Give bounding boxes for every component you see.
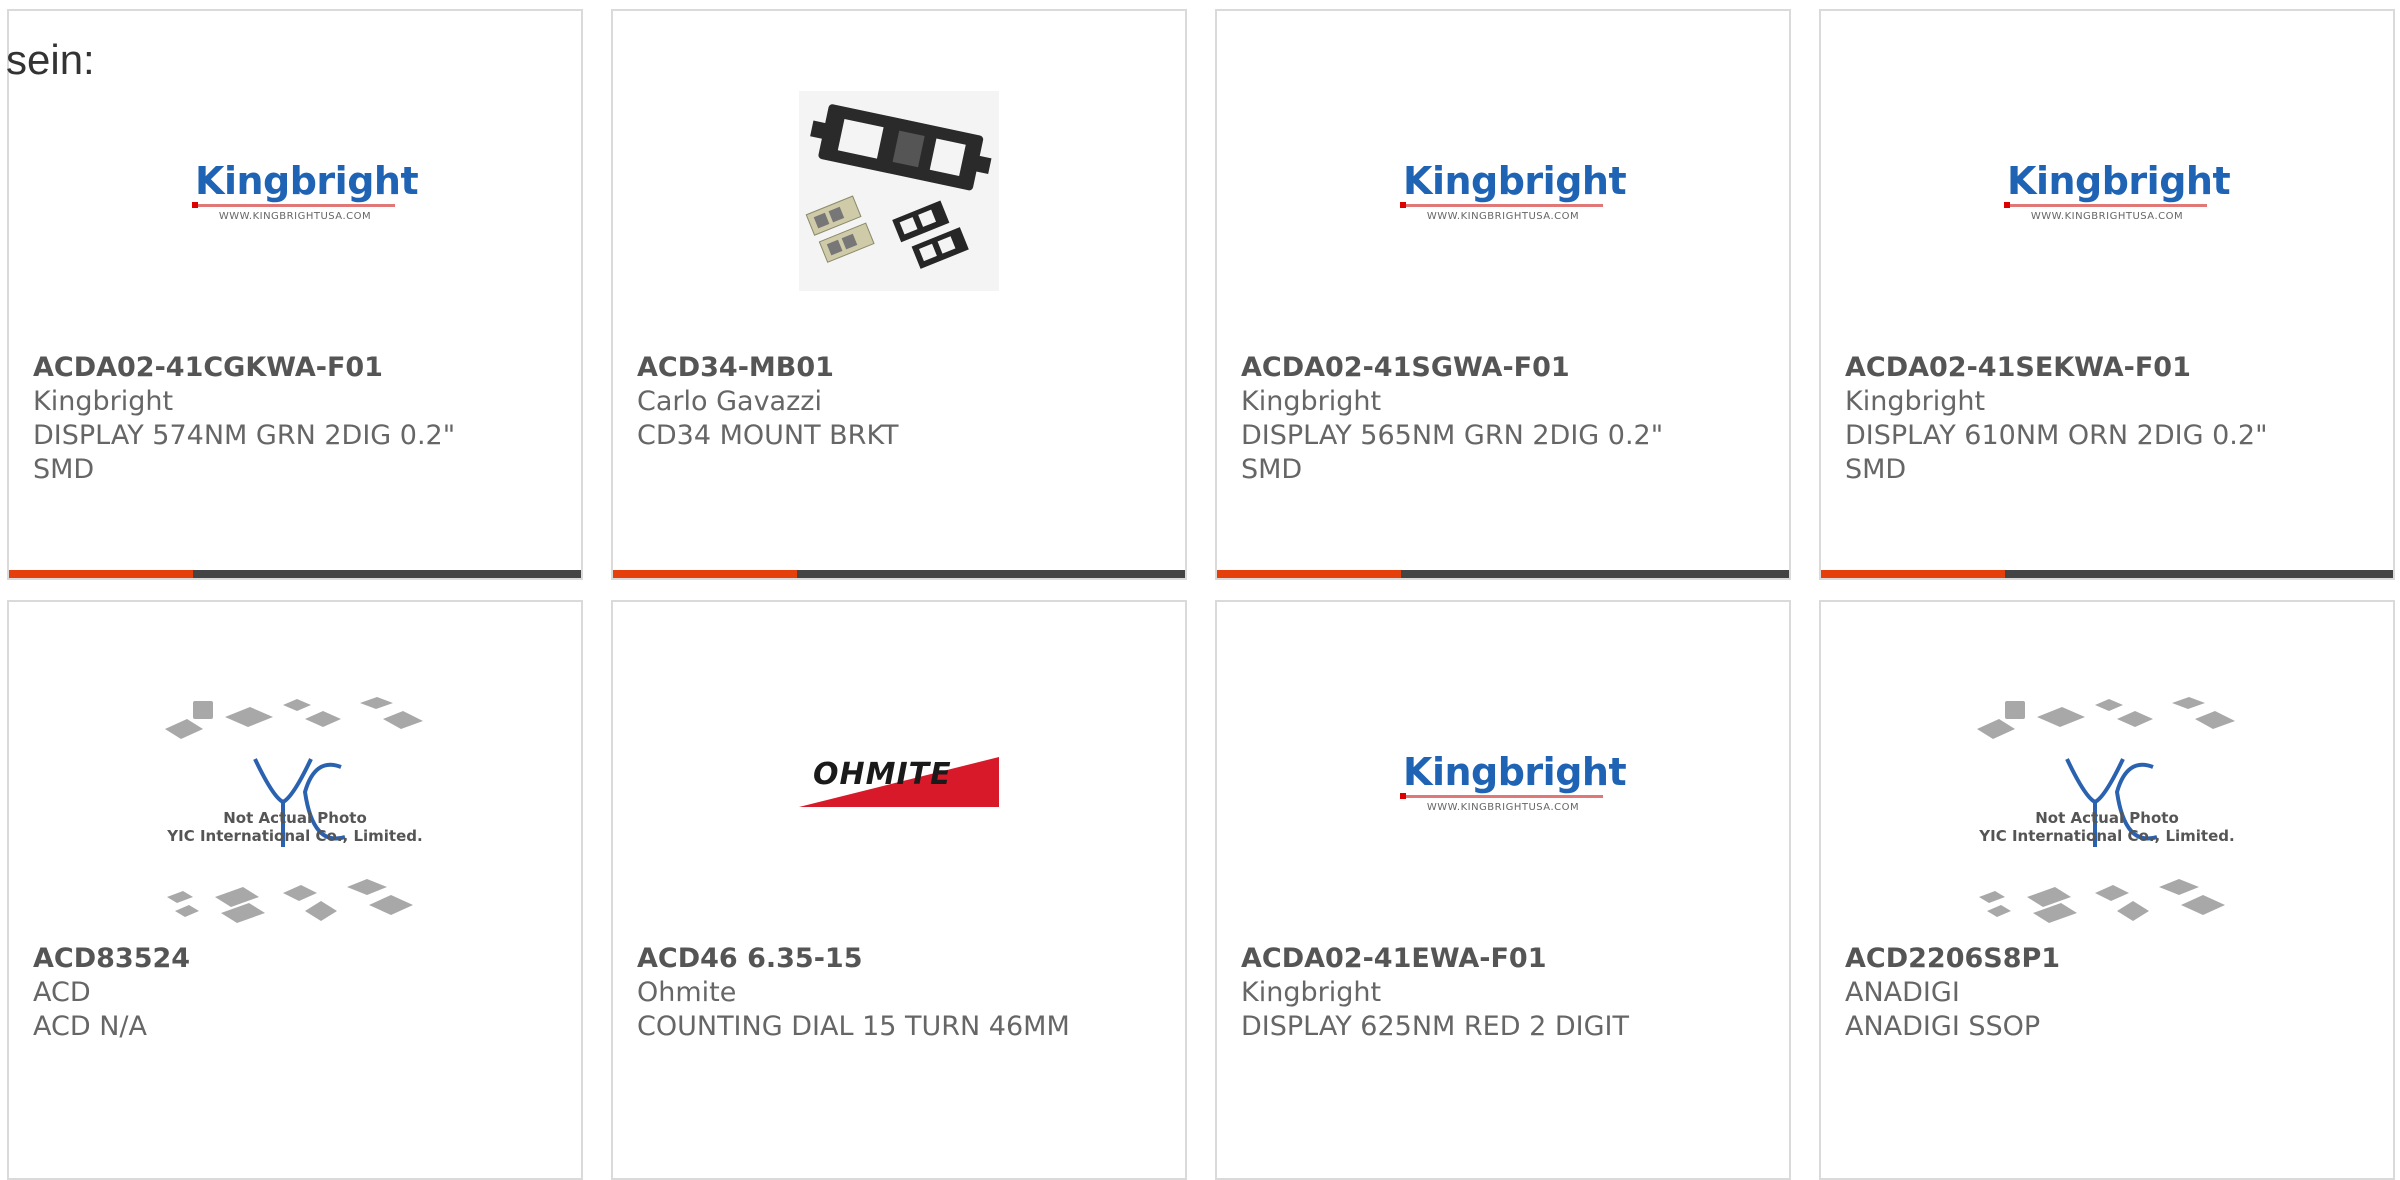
card-footer-bar (1821, 570, 2393, 578)
part-number-link[interactable]: ACDA02-41SEKWA-F01 (1845, 351, 2369, 385)
part-number-link[interactable]: ACD34-MB01 (637, 351, 1161, 385)
bracket-photo (799, 91, 999, 291)
product-image[interactable]: Not Actual Photo YIC International Co., … (1821, 692, 2393, 942)
card-footer-bar (1217, 570, 1789, 578)
manufacturer: Kingbright (1241, 386, 1382, 417)
product-card[interactable]: Kingbright WWW.KINGBRIGHTUSA.COM ACDA02-… (1819, 9, 2395, 580)
manufacturer: Ohmite (637, 977, 737, 1008)
product-card[interactable]: Not Actual Photo YIC International Co., … (1819, 600, 2395, 1180)
card-footer-bar (9, 570, 581, 578)
manufacturer: Kingbright (1241, 977, 1382, 1008)
product-image[interactable]: Kingbright WWW.KINGBRIGHTUSA.COM (1217, 81, 1789, 301)
kingbright-logo: Kingbright WWW.KINGBRIGHTUSA.COM (192, 159, 419, 222)
kingbright-logo: Kingbright WWW.KINGBRIGHTUSA.COM (1400, 750, 1627, 813)
product-image[interactable] (613, 81, 1185, 301)
description-line: COUNTING DIAL 15 TURN 46MM (637, 1011, 1070, 1042)
manufacturer: Kingbright (1845, 386, 1986, 417)
product-image[interactable]: Kingbright WWW.KINGBRIGHTUSA.COM (9, 81, 581, 301)
manufacturer: ACD (33, 977, 91, 1008)
kingbright-logo: Kingbright WWW.KINGBRIGHTUSA.COM (1400, 159, 1627, 222)
description-line: SMD (1241, 454, 1303, 485)
description-line: SMD (33, 454, 95, 485)
product-card[interactable]: Kingbright WWW.KINGBRIGHTUSA.COM ACDA02-… (1215, 9, 1791, 580)
description-line: ACD N/A (33, 1011, 147, 1042)
yic-placeholder: Not Actual Photo YIC International Co., … (155, 697, 435, 937)
product-card[interactable]: OHMITE ACD46 6.35-15 Ohmite COUNTING DIA… (611, 600, 1187, 1180)
manufacturer: Kingbright (33, 386, 174, 417)
part-number-link[interactable]: ACDA02-41EWA-F01 (1241, 942, 1765, 976)
kingbright-logo: Kingbright WWW.KINGBRIGHTUSA.COM (2004, 159, 2231, 222)
page-heading: sein: (6, 36, 95, 83)
description-line: DISPLAY 610NM ORN 2DIG 0.2" (1845, 420, 2268, 451)
product-card[interactable]: Not Actual Photo YIC International Co., … (7, 600, 583, 1180)
not-actual-photo-text: Not Actual Photo (223, 809, 367, 827)
description-line: CD34 MOUNT BRKT (637, 420, 899, 451)
part-number-link[interactable]: ACD46 6.35-15 (637, 942, 1161, 976)
product-image[interactable]: Kingbright WWW.KINGBRIGHTUSA.COM (1217, 672, 1789, 892)
product-card[interactable]: ACD34-MB01 Carlo Gavazzi CD34 MOUNT BRKT (611, 9, 1187, 580)
description-line: ANADIGI SSOP (1845, 1011, 2041, 1042)
ohmite-logo: OHMITE (799, 757, 999, 807)
manufacturer: Carlo Gavazzi (637, 386, 822, 417)
yic-company-text: YIC International Co., Limited. (167, 827, 423, 845)
yic-company-text: YIC International Co., Limited. (1979, 827, 2235, 845)
product-card[interactable]: Kingbright WWW.KINGBRIGHTUSA.COM ACDA02-… (7, 9, 583, 580)
product-image[interactable]: Kingbright WWW.KINGBRIGHTUSA.COM (1821, 81, 2393, 301)
product-image[interactable]: Not Actual Photo YIC International Co., … (9, 692, 581, 942)
description-line: DISPLAY 565NM GRN 2DIG 0.2" (1241, 420, 1664, 451)
product-image[interactable]: OHMITE (613, 672, 1185, 892)
part-number-link[interactable]: ACDA02-41CGKWA-F01 (33, 351, 557, 385)
card-footer-bar (613, 570, 1185, 578)
part-number-link[interactable]: ACD2206S8P1 (1845, 942, 2369, 976)
description-line: DISPLAY 574NM GRN 2DIG 0.2" (33, 420, 456, 451)
part-number-link[interactable]: ACD83524 (33, 942, 557, 976)
not-actual-photo-text: Not Actual Photo (2035, 809, 2179, 827)
description-line: DISPLAY 625NM RED 2 DIGIT (1241, 1011, 1629, 1042)
yic-placeholder: Not Actual Photo YIC International Co., … (1967, 697, 2247, 937)
manufacturer: ANADIGI (1845, 977, 1960, 1008)
description-line: SMD (1845, 454, 1907, 485)
product-card[interactable]: Kingbright WWW.KINGBRIGHTUSA.COM ACDA02-… (1215, 600, 1791, 1180)
part-number-link[interactable]: ACDA02-41SGWA-F01 (1241, 351, 1765, 385)
